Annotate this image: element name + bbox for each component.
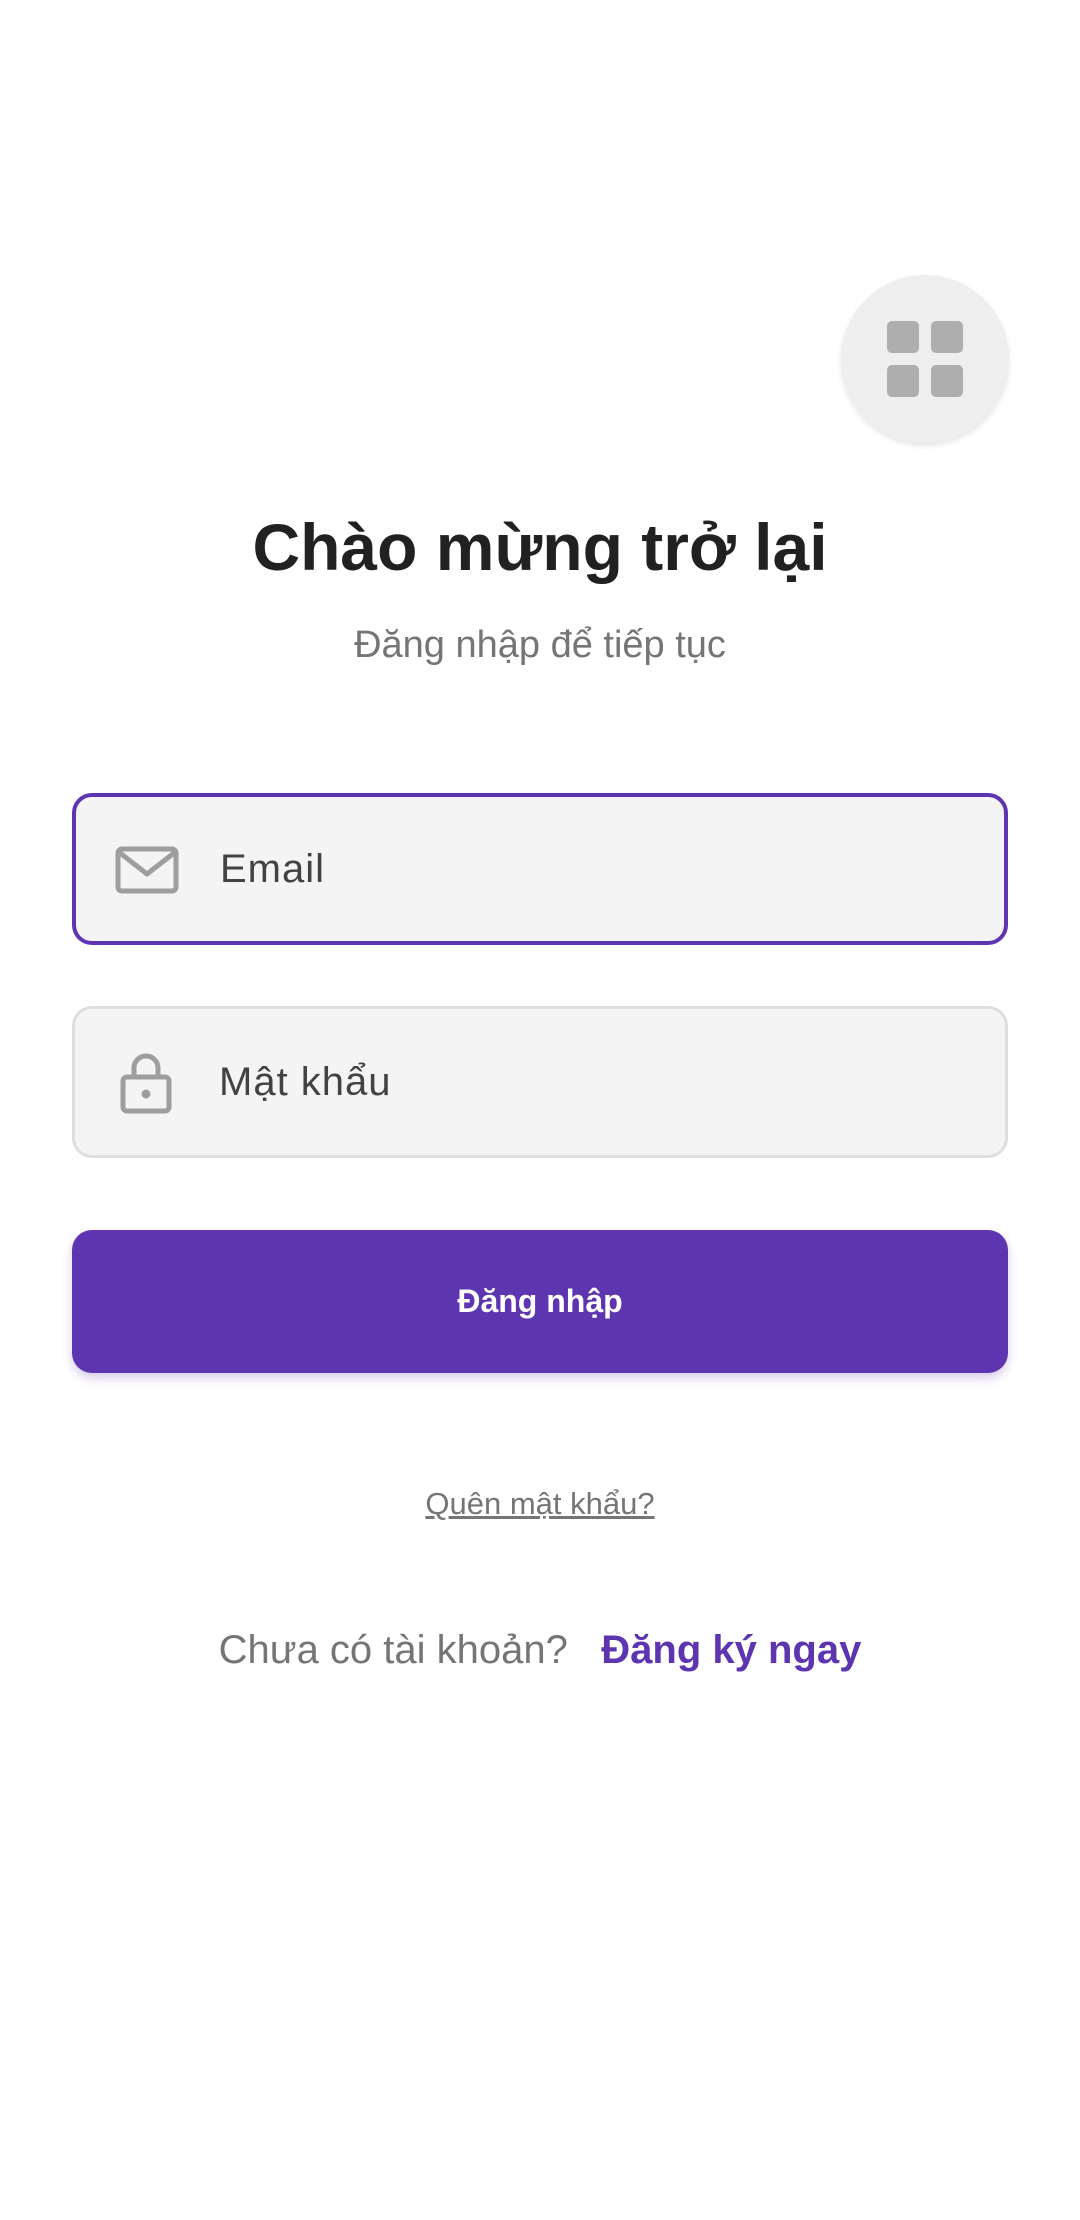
- password-field[interactable]: Mật khẩu: [72, 1006, 1008, 1158]
- mail-icon: [115, 846, 179, 894]
- login-screen: Chào mừng trở lại Đăng nhập để tiếp tục …: [0, 0, 1080, 2220]
- forgot-password-link[interactable]: Quên mật khẩu?: [0, 1482, 1080, 1526]
- lock-icon: [120, 1053, 172, 1114]
- signup-spacer: [579, 1628, 590, 1672]
- page-title: Chào mừng trở lại: [252, 510, 828, 584]
- page-subtitle: Đăng nhập để tiếp tục: [354, 624, 726, 666]
- login-button[interactable]: Đăng nhập: [72, 1230, 1008, 1373]
- password-placeholder: Mật khẩu: [219, 1059, 392, 1104]
- email-placeholder: Email: [220, 846, 326, 891]
- signup-link[interactable]: Đăng ký ngay: [601, 1628, 861, 1672]
- apps-menu-button[interactable]: [841, 275, 1009, 443]
- signup-prompt: Chưa có tài khoản?: [218, 1628, 568, 1672]
- signup-row: Chưa có tài khoản? Đăng ký ngay: [0, 1624, 1080, 1676]
- email-field[interactable]: Email: [72, 793, 1008, 945]
- grid-icon: [887, 321, 963, 397]
